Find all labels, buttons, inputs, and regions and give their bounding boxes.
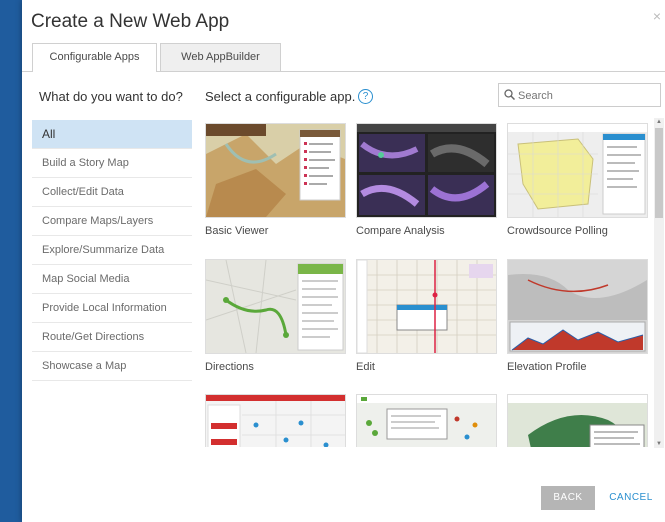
scroll-up-icon[interactable]: ▲ [656, 119, 662, 125]
app-card-edit[interactable]: Edit [356, 259, 497, 373]
app-thumbnail [507, 259, 648, 354]
app-title: Crowdsource Polling [507, 225, 608, 237]
app-card[interactable] [356, 394, 497, 447]
search-input[interactable] [516, 86, 658, 106]
tab-bar: Configurable Apps Web AppBuilder [22, 43, 665, 72]
sidebar-item-local-info[interactable]: Provide Local Information [32, 294, 192, 323]
app-card[interactable] [507, 394, 648, 447]
gallery-scrollbar[interactable]: ▲ ▼ [654, 118, 664, 448]
category-sidebar: All Build a Story Map Collect/Edit Data … [32, 120, 192, 381]
select-prompt: Select a configurable app. [205, 89, 356, 104]
create-web-app-dialog: Create a New Web App × Configurable Apps… [22, 0, 665, 522]
app-title: Compare Analysis [356, 225, 445, 237]
app-title: Elevation Profile [507, 361, 587, 373]
app-card-crowdsource-polling[interactable]: Crowdsource Polling [507, 123, 648, 237]
app-card[interactable] [205, 394, 346, 447]
app-card-basic-viewer[interactable]: Basic Viewer [205, 123, 346, 237]
app-thumbnail [356, 394, 497, 447]
question-heading: What do you want to do? [39, 89, 183, 104]
close-icon[interactable]: × [653, 8, 661, 24]
app-thumbnail [205, 394, 346, 447]
cancel-button[interactable]: CANCEL [605, 486, 657, 510]
sidebar-item-explore[interactable]: Explore/Summarize Data [32, 236, 192, 265]
tab-configurable-apps[interactable]: Configurable Apps [32, 43, 157, 72]
sidebar-item-story-map[interactable]: Build a Story Map [32, 149, 192, 178]
sidebar-item-compare[interactable]: Compare Maps/Layers [32, 207, 192, 236]
app-thumbnail [356, 123, 497, 218]
app-card-compare-analysis[interactable]: Compare Analysis [356, 123, 497, 237]
app-thumbnail [205, 259, 346, 354]
scroll-down-icon[interactable]: ▼ [656, 441, 662, 447]
app-title: Edit [356, 361, 375, 373]
app-card-directions[interactable]: Directions [205, 259, 346, 373]
app-thumbnail [356, 259, 497, 354]
sidebar-item-directions[interactable]: Route/Get Directions [32, 323, 192, 352]
help-icon[interactable]: ? [358, 89, 373, 104]
scrollbar-thumb[interactable] [655, 128, 663, 218]
dialog-title: Create a New Web App [31, 11, 230, 32]
search-box[interactable] [498, 83, 661, 107]
sidebar-item-social[interactable]: Map Social Media [32, 265, 192, 294]
sidebar-item-showcase[interactable]: Showcase a Map [32, 352, 192, 381]
app-title: Basic Viewer [205, 225, 269, 237]
app-title: Directions [205, 361, 254, 373]
back-button[interactable]: BACK [541, 486, 595, 510]
app-gallery: Basic Viewer Compare Analysis Crowdsourc… [205, 120, 653, 447]
search-icon [504, 89, 515, 100]
app-thumbnail [507, 123, 648, 218]
tab-web-appbuilder[interactable]: Web AppBuilder [160, 43, 281, 71]
sidebar-item-all[interactable]: All [32, 120, 192, 149]
app-thumbnail [507, 394, 648, 447]
app-thumbnail [205, 123, 346, 218]
sidebar-item-collect-edit[interactable]: Collect/Edit Data [32, 178, 192, 207]
app-card-elevation-profile[interactable]: Elevation Profile [507, 259, 648, 373]
